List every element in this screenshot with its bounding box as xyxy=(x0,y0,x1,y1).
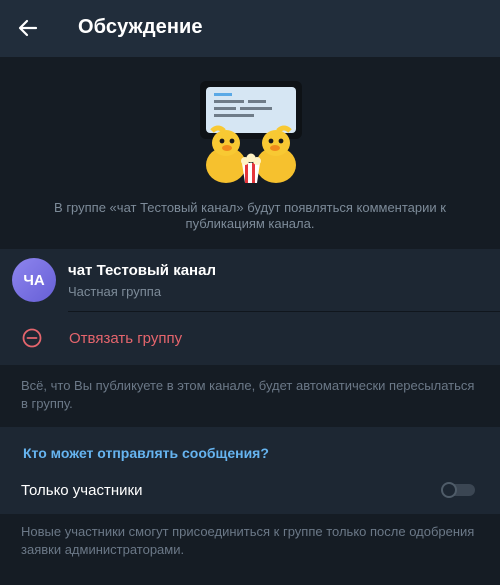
publish-info-text: Всё, что Вы публикуете в этом канале, бу… xyxy=(21,378,475,411)
discussion-hero: В группе «чат Тестовый канал» будут появ… xyxy=(0,57,500,249)
top-bar: Обсуждение xyxy=(0,0,500,57)
section-header: Кто может отправлять сообщения? xyxy=(23,445,269,461)
members-only-label: Только участники xyxy=(21,482,143,499)
discussion-description: В группе «чат Тестовый канал» будут появ… xyxy=(54,200,446,231)
back-arrow-icon[interactable] xyxy=(16,16,40,40)
members-only-row[interactable]: Только участники xyxy=(0,470,500,510)
ducks-watching-screen-illustration xyxy=(200,81,302,183)
toggle-knob xyxy=(441,482,457,498)
members-only-toggle[interactable] xyxy=(441,482,475,498)
minus-circle-icon xyxy=(22,328,42,348)
group-type: Частная группа xyxy=(68,284,162,299)
group-name[interactable]: чат Тестовый канал xyxy=(68,262,216,279)
approval-info-text: Новые участники смогут присоединиться к … xyxy=(21,524,475,557)
avatar[interactable]: ЧА xyxy=(12,258,56,302)
page-title: Обсуждение xyxy=(78,16,203,38)
unlink-group-label: Отвязать группу xyxy=(69,330,183,347)
unlink-group-button[interactable]: Отвязать группу xyxy=(0,312,500,364)
